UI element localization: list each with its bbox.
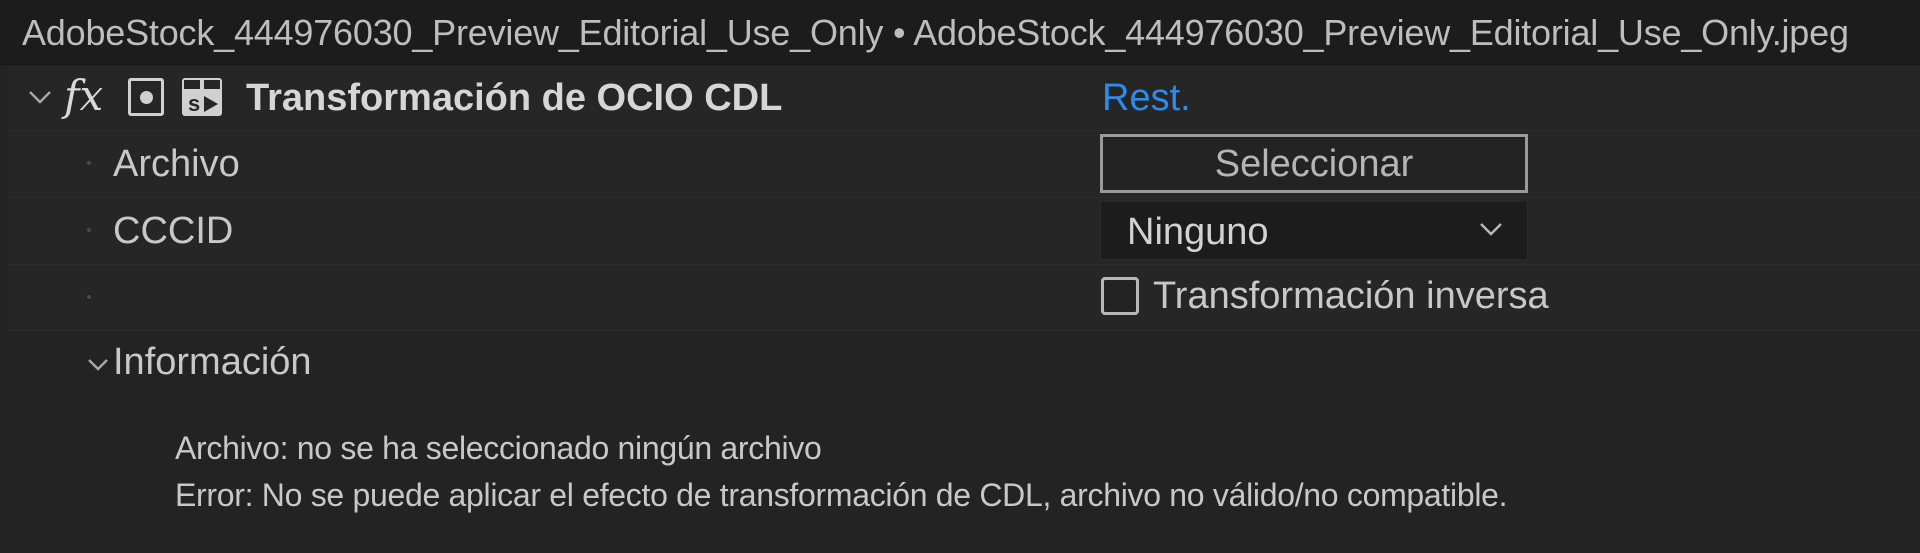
panel-title: AdobeStock_444976030_Preview_Editorial_U… [22,12,1849,53]
param-dot [87,161,91,165]
info-message: Archivo: no se ha seleccionado ningún ar… [175,430,822,466]
panel-title-bar: AdobeStock_444976030_Preview_Editorial_U… [0,0,1920,65]
reset-link[interactable]: Rest. [1102,77,1191,120]
param-row-inverse: Transformación inversa [8,265,1920,331]
info-section: Información Archivo: no se ha selecciona… [8,331,1920,553]
select-file-button[interactable]: Seleccionar [1100,134,1528,193]
inverse-transform-checkbox[interactable] [1101,277,1139,315]
info-label: Información [113,341,312,383]
inverse-transform-label: Transformación inversa [1153,275,1549,317]
effect-name: Transformación de OCIO CDL [246,77,783,119]
param-dot [87,228,91,232]
script-icon[interactable]: s [180,76,224,118]
chevron-down-icon [1477,218,1505,240]
cccid-dropdown[interactable]: Ninguno [1100,201,1528,260]
cccid-label: CCCID [113,210,234,252]
chevron-down-icon[interactable] [84,351,112,379]
effect-header-row: fx s Transformación de OCIO CDL Rest. [8,65,1920,131]
file-label: Archivo [113,143,240,185]
info-error-message: Error: No se puede aplicar el efecto de … [175,477,1508,513]
param-row-file: Archivo Seleccionar [8,131,1920,198]
effect-controls-panel: AdobeStock_444976030_Preview_Editorial_U… [0,0,1920,553]
param-dot [87,295,91,299]
chevron-down-icon[interactable] [26,83,54,111]
param-row-cccid: CCCID Ninguno [8,198,1920,265]
mask-icon[interactable] [128,78,164,116]
fx-icon[interactable]: fx [64,71,103,120]
svg-text:s: s [188,91,200,116]
cccid-selected-value: Ninguno [1127,211,1269,253]
